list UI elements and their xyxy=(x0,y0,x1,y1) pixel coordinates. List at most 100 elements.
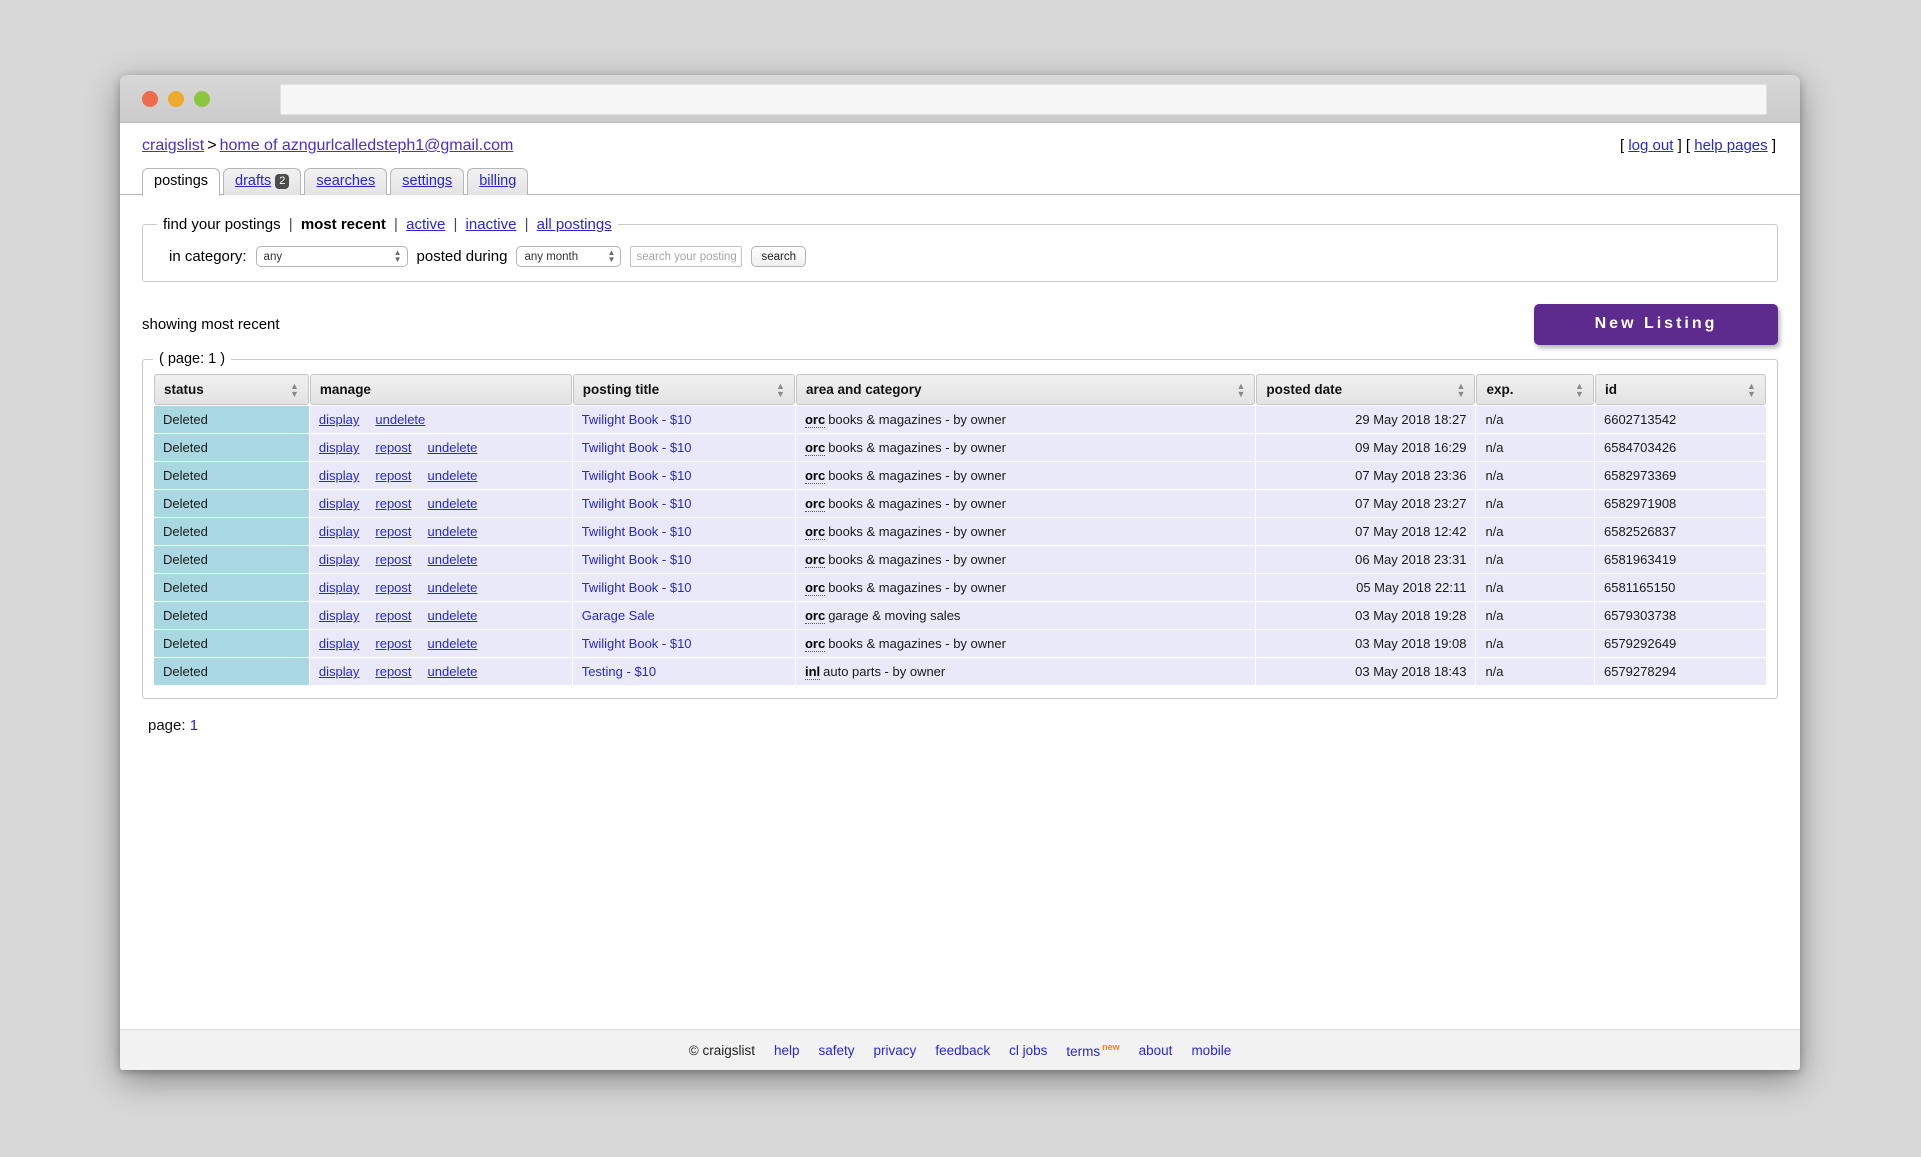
posting-title-link[interactable]: Twilight Book - $10 xyxy=(582,440,692,455)
tab-drafts[interactable]: drafts 2 xyxy=(223,168,302,195)
footer-link-about[interactable]: about xyxy=(1139,1043,1173,1058)
repost-link[interactable]: repost xyxy=(375,468,411,483)
display-link[interactable]: display xyxy=(319,496,359,511)
area-abbreviation: orc xyxy=(804,552,826,568)
column-header-area-category-label: area and category xyxy=(805,382,922,397)
cell-manage: display repost undelete xyxy=(309,490,572,517)
column-header-id[interactable]: id ▲ ▼ xyxy=(1594,374,1766,405)
posting-title-link[interactable]: Twilight Book - $10 xyxy=(582,580,692,595)
sort-icon-area-category[interactable]: ▲ ▼ xyxy=(1236,381,1245,398)
table-row: Deleted display repost undelete Twilight Boo… xyxy=(154,462,1766,489)
repost-link[interactable]: repost xyxy=(375,496,411,511)
page-foot-number[interactable]: 1 xyxy=(190,717,198,734)
sort-icon-exp[interactable]: ▲ ▼ xyxy=(1575,381,1584,398)
tab-billing[interactable]: billing xyxy=(467,168,529,195)
search-postings-input[interactable] xyxy=(630,246,743,267)
filter-active[interactable]: active xyxy=(406,216,445,233)
display-link[interactable]: display xyxy=(319,636,359,651)
filter-inactive[interactable]: inactive xyxy=(466,216,517,233)
repost-link[interactable]: repost xyxy=(375,524,411,539)
breadcrumb-account-link[interactable]: home of azngurlcalledsteph1@gmail.com xyxy=(220,137,514,154)
footer-link-help[interactable]: help xyxy=(774,1043,800,1058)
undelete-link[interactable]: undelete xyxy=(428,664,478,679)
repost-link[interactable]: repost xyxy=(375,580,411,595)
repost-link[interactable]: repost xyxy=(375,440,411,455)
repost-link[interactable]: repost xyxy=(375,608,411,623)
zoom-window-icon[interactable] xyxy=(194,91,210,107)
repost-link[interactable]: repost xyxy=(375,664,411,679)
undelete-link[interactable]: undelete xyxy=(428,580,478,595)
tab-searches[interactable]: searches xyxy=(304,168,388,195)
posting-title-link[interactable]: Twilight Book - $10 xyxy=(582,636,692,651)
search-button[interactable]: search xyxy=(751,246,806,267)
sort-icon-posting-title[interactable]: ▲ ▼ xyxy=(776,381,785,398)
posting-title-link[interactable]: Twilight Book - $10 xyxy=(582,468,692,483)
undelete-link[interactable]: undelete xyxy=(428,496,478,511)
filter-most-recent[interactable]: most recent xyxy=(301,216,386,233)
display-link[interactable]: display xyxy=(319,524,359,539)
column-header-posting-title[interactable]: posting title ▲ ▼ xyxy=(572,374,795,405)
display-link[interactable]: display xyxy=(319,468,359,483)
footer-link-mobile[interactable]: mobile xyxy=(1191,1043,1231,1058)
posting-title-link[interactable]: Twilight Book - $10 xyxy=(582,524,692,539)
posted-during-select-wrap: any month ▲ ▼ xyxy=(516,246,622,267)
undelete-link[interactable]: undelete xyxy=(428,468,478,483)
footer-link-cl-jobs[interactable]: cl jobs xyxy=(1009,1043,1047,1058)
posted-during-select[interactable]: any month xyxy=(516,246,622,267)
undelete-link[interactable]: undelete xyxy=(428,552,478,567)
display-link[interactable]: display xyxy=(319,552,359,567)
display-link[interactable]: display xyxy=(319,664,359,679)
footer-link-feedback[interactable]: feedback xyxy=(935,1043,990,1058)
tab-postings[interactable]: postings xyxy=(142,168,221,196)
display-link[interactable]: display xyxy=(319,440,359,455)
filter-all-postings[interactable]: all postings xyxy=(537,216,612,233)
table-row: Deleted display repost undelete Twilight Boo… xyxy=(154,518,1766,545)
undelete-link[interactable]: undelete xyxy=(375,412,425,427)
cell-posted-date: 05 May 2018 22:11 xyxy=(1256,574,1476,601)
log-out-link[interactable]: log out xyxy=(1628,137,1673,154)
cell-posting-title: Twilight Book - $10 xyxy=(572,406,795,433)
footer-link-terms[interactable]: terms new xyxy=(1066,1042,1119,1059)
column-header-manage[interactable]: manage xyxy=(309,374,572,405)
undelete-link[interactable]: undelete xyxy=(428,636,478,651)
minimize-window-icon[interactable] xyxy=(168,91,184,107)
column-header-area-category[interactable]: area and category ▲ ▼ xyxy=(795,374,1256,405)
sort-icon-posted-date[interactable]: ▲ ▼ xyxy=(1456,381,1465,398)
address-bar[interactable] xyxy=(280,84,1767,115)
cell-posted-date: 07 May 2018 12:42 xyxy=(1256,518,1476,545)
column-header-status[interactable]: status ▲ ▼ xyxy=(154,374,309,405)
cell-status: Deleted xyxy=(154,602,309,629)
posting-title-link[interactable]: Twilight Book - $10 xyxy=(582,552,692,567)
table-row: Deleted display repost undelete Twilight Boo… xyxy=(154,434,1766,461)
footer-link-privacy[interactable]: privacy xyxy=(874,1043,917,1058)
column-header-exp[interactable]: exp. ▲ ▼ xyxy=(1476,374,1594,405)
column-header-posted-date[interactable]: posted date ▲ ▼ xyxy=(1256,374,1476,405)
posting-title-link[interactable]: Twilight Book - $10 xyxy=(582,496,692,511)
cell-status: Deleted xyxy=(154,518,309,545)
undelete-link[interactable]: undelete xyxy=(428,608,478,623)
repost-link[interactable]: repost xyxy=(375,552,411,567)
tab-settings[interactable]: settings xyxy=(390,168,465,195)
posting-title-link[interactable]: Testing - $10 xyxy=(582,664,656,679)
repost-link[interactable]: repost xyxy=(375,636,411,651)
cell-posted-date: 03 May 2018 18:43 xyxy=(1256,658,1476,685)
footer-link-safety[interactable]: safety xyxy=(819,1043,855,1058)
page-legend: ( page: 1 ) xyxy=(159,351,226,367)
posting-title-link[interactable]: Garage Sale xyxy=(582,608,655,623)
posting-title-link[interactable]: Twilight Book - $10 xyxy=(582,412,692,427)
cell-area-category: orc books & magazines - by owner xyxy=(795,490,1256,517)
display-link[interactable]: display xyxy=(319,580,359,595)
cell-exp: n/a xyxy=(1476,406,1594,433)
undelete-link[interactable]: undelete xyxy=(428,440,478,455)
display-link[interactable]: display xyxy=(319,412,359,427)
display-link[interactable]: display xyxy=(319,608,359,623)
undelete-link[interactable]: undelete xyxy=(428,524,478,539)
close-window-icon[interactable] xyxy=(142,91,158,107)
sort-icon-id[interactable]: ▲ ▼ xyxy=(1747,381,1756,398)
footer-new-flag: new xyxy=(1102,1041,1120,1052)
help-pages-link[interactable]: help pages xyxy=(1694,137,1767,154)
sort-icon-status[interactable]: ▲ ▼ xyxy=(290,381,299,398)
new-listing-button[interactable]: New Listing xyxy=(1534,304,1778,345)
breadcrumb-craigslist-link[interactable]: craigslist xyxy=(142,137,204,154)
category-select[interactable]: any xyxy=(255,246,408,267)
